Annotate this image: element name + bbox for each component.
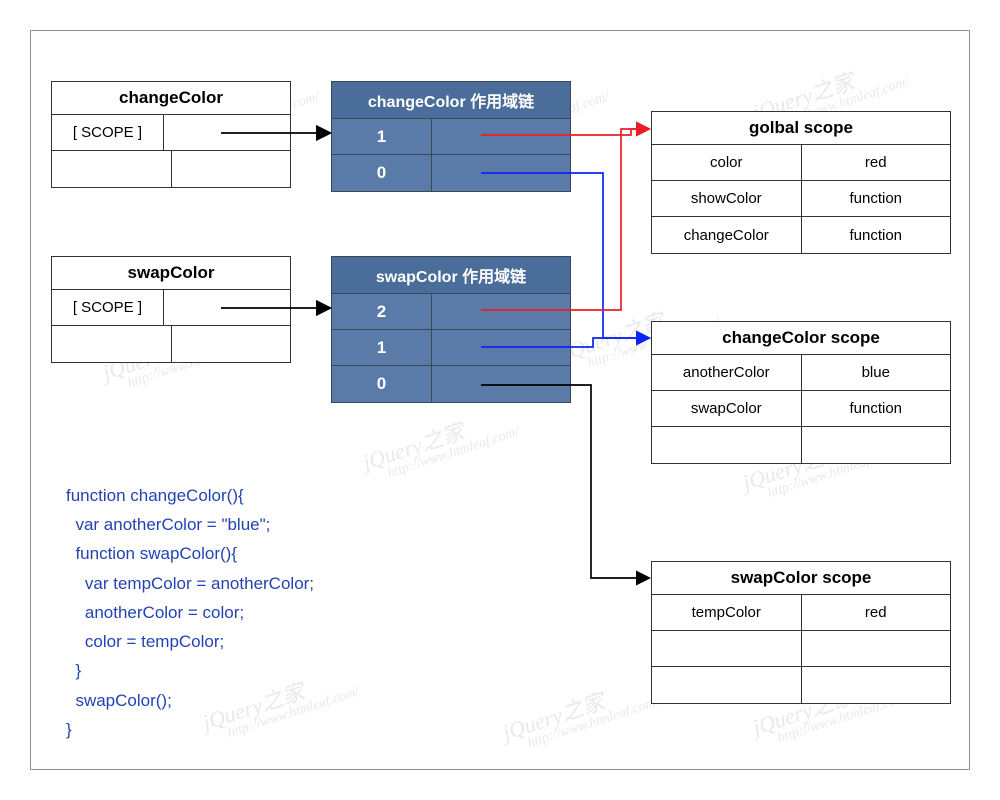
scope-val: red [802, 145, 951, 181]
scope-key: swapColor [652, 391, 802, 427]
scope-val: red [802, 595, 951, 631]
scope-key [652, 427, 802, 463]
changecolor-chain-block: changeColor 作用域链 1 0 [331, 81, 571, 192]
scope-key: changeColor [652, 217, 802, 253]
scope-val [802, 631, 951, 667]
scope-key: color [652, 145, 802, 181]
chain-ref-cell [432, 155, 570, 191]
scope-val [802, 667, 951, 703]
chain-ref-cell [432, 366, 570, 402]
diagram-container: jQuery之家http://www.htmleaf.com/ jQuery之家… [30, 30, 970, 770]
empty-cell [172, 151, 291, 187]
global-scope-table: golbal scope colorred showColorfunction … [651, 111, 951, 254]
scope-key [652, 667, 802, 703]
block-header: changeColor 作用域链 [332, 82, 570, 119]
scope-val: function [802, 217, 951, 253]
chain-ref-cell [432, 119, 570, 155]
chain-index-cell: 0 [332, 155, 432, 191]
chain-ref-cell [432, 330, 570, 366]
scope-cell: [ SCOPE ] [52, 290, 164, 326]
arrow [481, 385, 648, 578]
block-header: changeColor [52, 82, 290, 115]
block-header: swapColor scope [652, 562, 950, 595]
changecolor-func-block: changeColor [ SCOPE ] [51, 81, 291, 188]
watermark: jQuery之家http://www.htmleaf.com/ [498, 668, 661, 758]
block-header: swapColor [52, 257, 290, 290]
empty-cell [172, 326, 291, 362]
swapcolor-chain-block: swapColor 作用域链 2 1 0 [331, 256, 571, 403]
block-header: swapColor 作用域链 [332, 257, 570, 294]
empty-cell [164, 115, 290, 151]
changecolor-scope-table: changeColor scope anotherColorblue swapC… [651, 321, 951, 464]
scope-key: anotherColor [652, 355, 802, 391]
chain-index-cell: 0 [332, 366, 432, 402]
scope-key: tempColor [652, 595, 802, 631]
scope-key: showColor [652, 181, 802, 217]
chain-index-cell: 1 [332, 330, 432, 366]
scope-key [652, 631, 802, 667]
code-snippet: function changeColor(){ var anotherColor… [66, 481, 314, 744]
empty-cell [52, 326, 172, 362]
scope-val: function [802, 181, 951, 217]
empty-cell [52, 151, 172, 187]
scope-val: function [802, 391, 951, 427]
scope-cell: [ SCOPE ] [52, 115, 164, 151]
block-header: golbal scope [652, 112, 950, 145]
empty-cell [164, 290, 290, 326]
swapcolor-func-block: swapColor [ SCOPE ] [51, 256, 291, 363]
chain-index-cell: 2 [332, 294, 432, 330]
chain-ref-cell [432, 294, 570, 330]
watermark: jQuery之家http://www.htmleaf.com/ [358, 398, 521, 488]
block-header: changeColor scope [652, 322, 950, 355]
scope-val [802, 427, 951, 463]
chain-index-cell: 1 [332, 119, 432, 155]
swapcolor-scope-table: swapColor scope tempColorred [651, 561, 951, 704]
scope-val: blue [802, 355, 951, 391]
